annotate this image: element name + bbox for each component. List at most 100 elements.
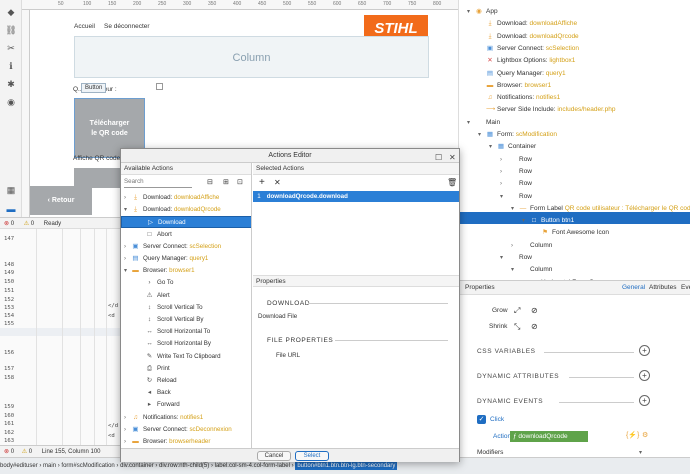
add-dynamic-attribute-icon[interactable]: + [639,370,650,381]
tree-row[interactable]: ▾ Row [500,191,532,203]
tree-row[interactable]: › Row [500,166,532,178]
action-chevron-icon[interactable]: › [124,424,131,436]
breadcrumb-item[interactable]: form#scModification [61,463,114,469]
tree-chevron-icon[interactable]: ▾ [522,215,530,227]
action-item[interactable]: ◂ Back [121,387,251,399]
column-placeholder[interactable]: Column [74,36,429,78]
tree-chevron-icon[interactable]: ▾ [511,264,519,276]
nav-logout-link[interactable]: Se déconnecter [104,23,150,30]
tree-chevron-icon[interactable]: ▾ [500,252,508,264]
panel-icon[interactable]: ▬ [5,203,17,215]
retour-button[interactable]: ‹ Retour [30,186,92,215]
action-item[interactable]: › ▬ Browser: browserheader [121,436,251,448]
grid-icon[interactable]: ▦ [5,184,17,196]
add-dynamic-event-icon[interactable]: + [639,395,650,406]
tab-events[interactable]: Events [681,281,690,295]
action-item[interactable]: › ♫ Notifications: notifies1 [121,412,251,424]
tree-row[interactable]: ▾ Column [511,264,552,276]
breadcrumb-item[interactable]: main [43,463,56,469]
action-item[interactable]: ▾ ⤓ Download: downloadQrcode [121,204,251,216]
file-url-input[interactable] [313,351,453,361]
collapse-all-icon[interactable]: ⊟ [207,178,213,186]
action-item[interactable]: ↕ Scroll Vertical By [121,314,251,326]
action-item[interactable]: › ⤓ Download: downloadAffiche [121,192,251,204]
tree-row[interactable]: ⤓ Download: downloadAffiche [478,18,578,30]
action-item[interactable]: ↕ Scroll Vertical To [121,302,251,314]
action-item[interactable]: □ Abort [121,229,251,241]
shrink-icon[interactable]: ⤡ [514,322,520,332]
tree-row[interactable]: ▾ ▦ Container [489,141,536,153]
action-item[interactable]: ✎ Write Text To Clipboard [121,351,251,363]
tree-row[interactable]: › Row [500,178,532,190]
tree-row[interactable]: ▬ Browser: browser1 [478,80,551,92]
click-event-label[interactable]: Click [490,416,504,423]
action-chevron-icon[interactable]: › [124,436,131,448]
expand-all-icon[interactable]: ⊞ [223,178,229,186]
action-item[interactable]: › ▤ Query Manager: query1 [121,253,251,265]
tree-row[interactable]: ▾ ▦ Form: scModification [478,129,557,141]
code-snippet-4[interactable]: <d [108,433,115,439]
css-variables-section[interactable]: CSS VARIABLES [477,348,536,355]
tree-row[interactable]: › Column [511,240,552,252]
link-icon[interactable]: ⛓ [5,24,17,36]
tree-chevron-icon[interactable]: › [500,178,508,190]
shrink-none-icon[interactable]: ⊘ [531,322,538,331]
dynamic-attributes-section[interactable]: DYNAMIC ATTRIBUTES [477,373,559,380]
action-item[interactable]: ↔ Scroll Horizontal By [121,338,251,350]
action-item[interactable]: › ▣ Server Connect: scSelection [121,241,251,253]
tree-row[interactable]: ⤓ Download: downloadQrcode [478,31,579,43]
add-css-variable-icon[interactable]: + [639,345,650,356]
tab-attributes[interactable]: Attributes [649,281,676,295]
action-picker-icon[interactable]: ⚙ [642,431,648,439]
action-item[interactable]: ▷ Download [121,216,251,229]
tree-chevron-icon[interactable]: ▾ [511,203,519,215]
click-checkbox[interactable]: ✓ [477,415,486,424]
toggle-view-icon[interactable]: ⊡ [237,178,243,186]
tree-row[interactable]: ⟶ Server Side Include: includes/header.ph… [478,104,616,116]
action-field[interactable]: ƒ downloadQrcode [510,431,588,442]
breadcrumb-item[interactable]: div.container [120,463,154,469]
diamond-icon[interactable]: ◆ [5,6,17,18]
delete-icon[interactable]: 🗑 [447,178,457,187]
action-item[interactable]: ▾ ▬ Browser: browser1 [121,265,251,277]
tools-icon[interactable]: ✂ [5,42,17,54]
tree-chevron-icon[interactable]: ▾ [489,141,497,153]
remove-action-icon[interactable]: ✕ [274,178,281,187]
breadcrumb-item[interactable]: div.row:nth-child(5) [159,463,209,469]
tree-chevron-icon[interactable]: ▾ [467,6,475,18]
tree-chevron-icon[interactable]: ▾ [467,117,475,129]
tree-row[interactable]: ▾ Main [467,117,500,129]
breadcrumb-item[interactable]: body#edituser [0,463,38,469]
action-chevron-icon[interactable]: ▾ [124,265,131,277]
data-binding-icon[interactable]: {⚡} [626,431,639,439]
tree-chevron-icon[interactable]: ▾ [478,129,486,141]
action-chevron-icon[interactable]: › [124,192,131,204]
action-item[interactable]: ↔ Scroll Horizontal To [121,326,251,338]
code-snippet-2[interactable]: <d [108,313,115,319]
breadcrumb-item[interactable]: button#btn1.btn.btn-lg.btn-secondary [295,462,398,470]
action-item[interactable]: ▸ Forward [121,399,251,411]
action-chevron-icon[interactable]: › [124,412,131,424]
add-action-icon[interactable]: + [259,177,265,188]
action-item[interactable]: ⚠ Alert [121,290,251,302]
search-input[interactable]: Search [124,178,192,188]
grow-icon[interactable]: ⤢ [514,306,520,316]
select-button[interactable]: Select [295,451,329,461]
cancel-button[interactable]: Cancel [257,451,291,461]
grow-none-icon[interactable]: ⊘ [531,306,538,315]
tree-row[interactable]: ♫ Notifications: notifies1 [478,92,561,104]
code-snippet-3[interactable]: </d [108,423,118,429]
tree-row[interactable]: ▾ Row [500,252,532,264]
tree-chevron-icon[interactable]: ▾ [500,191,508,203]
breadcrumb-item[interactable]: label.col-sm-4.col-form-label [215,463,290,469]
tree-row[interactable]: ▾ — Form Label QR code utilisateur : Téléc… [511,203,690,215]
action-chevron-icon[interactable]: › [124,241,131,253]
action-item[interactable]: ↻ Reload [121,375,251,387]
tree-row[interactable]: › Row [500,154,532,166]
eye-icon[interactable]: ◉ [5,96,17,108]
nav-home-link[interactable]: Accueil [74,23,95,30]
accessibility-icon[interactable]: ✱ [5,78,17,90]
info-icon[interactable]: ℹ [5,60,17,72]
tree-row[interactable]: ▣ Server Connect: scSelection [478,43,579,55]
tree-row[interactable]: ✕ Lightbox Options: lightbox1 [478,55,575,67]
